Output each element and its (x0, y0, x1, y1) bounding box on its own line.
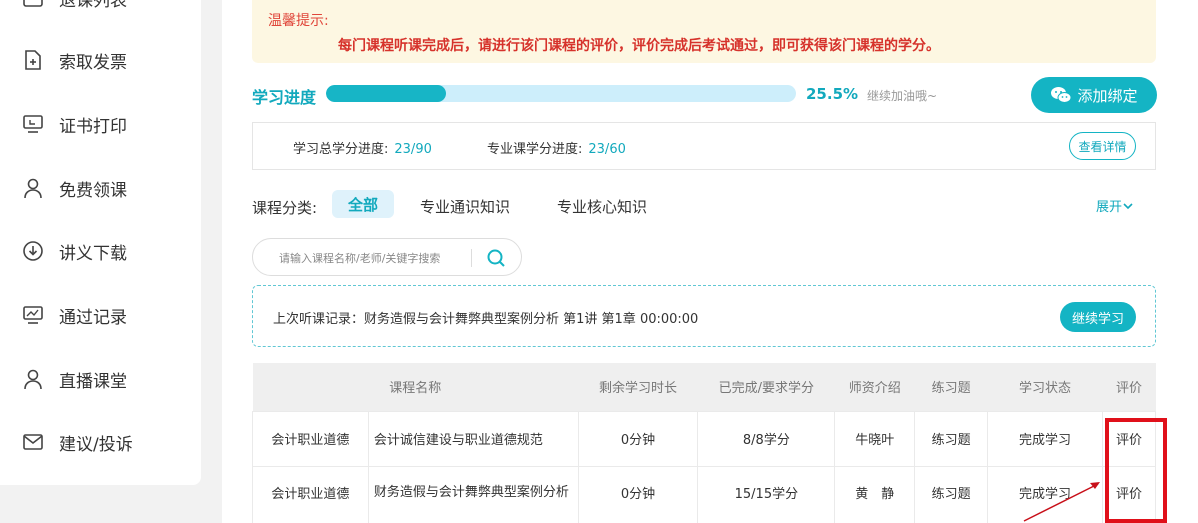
mail-icon (23, 434, 43, 450)
sidebar-item-label: 证书打印 (59, 116, 127, 137)
sidebar-item-invoice[interactable]: 索取发票 (22, 45, 127, 75)
progress-percent: 25.5% (806, 85, 859, 103)
category-all[interactable]: 全部 (332, 190, 394, 218)
last-record-text: 上次听课记录：财务造假与会计舞弊典型案例分析 第1讲 第1章 00:00:00 (273, 312, 699, 327)
cell-course-name[interactable]: 会计诚信建设与职业道德规范 (367, 410, 579, 467)
cell-course-name[interactable]: 财务造假与会计舞弊典型案例分析 (367, 465, 579, 523)
sidebar-item-label: 免费领课 (59, 180, 127, 201)
cell-exercise[interactable]: 练习题 (914, 410, 989, 467)
continue-learning-button[interactable]: 继续学习 (1060, 302, 1136, 332)
cell-exercise[interactable]: 练习题 (914, 465, 989, 523)
sidebar-item-label: 索取发票 (59, 52, 127, 73)
expand-button[interactable]: 展开 (1096, 196, 1134, 215)
cell-remaining: 0分钟 (577, 410, 699, 467)
table-header-row: 课程名称 剩余学习时长 已完成/要求学分 师资介绍 练习题 学习状态 评价 (252, 363, 1156, 411)
main-panel: 温馨提示: 每门课程听课完成后，请进行该门课程的评价，评价完成后考试通过，即可获… (222, 0, 1198, 523)
search-icon[interactable] (485, 247, 507, 269)
credits-panel: 学习总学分进度: 23/90 专业课学分进度: 23/60 查看详情 (252, 122, 1156, 170)
total-credits: 学习总学分进度: 23/90 (293, 138, 432, 157)
major-credits-label: 专业课学分进度: (487, 142, 583, 157)
notice-box: 温馨提示: 每门课程听课完成后，请进行该门课程的评价，评价完成后考试通过，即可获… (252, 0, 1156, 63)
sidebar-item-free-course[interactable]: 免费领课 (22, 173, 127, 203)
user-icon (24, 178, 42, 199)
notice-text: 每门课程听课完成后，请进行该门课程的评价，评价完成后考试通过，即可获得该门课程的… (338, 38, 940, 54)
header-exercise: 练习题 (914, 363, 988, 411)
add-binding-button[interactable]: 添加绑定 (1031, 77, 1157, 113)
cell-category: 会计职业道德 (252, 465, 369, 523)
header-course-name: 课程名称 (252, 363, 579, 411)
total-credits-label: 学习总学分进度: (293, 142, 389, 157)
cell-category: 会计职业道德 (252, 410, 369, 467)
invoice-icon (25, 50, 41, 70)
sidebar-item-pass-records[interactable]: 通过记录 (22, 300, 127, 330)
expand-label: 展开 (1096, 200, 1123, 215)
user-icon (24, 369, 42, 390)
header-evaluation: 评价 (1102, 363, 1156, 411)
cell-credits: 8/8学分 (697, 410, 836, 467)
wechat-icon (1051, 87, 1072, 103)
sidebar-item-live-class[interactable]: 直播课堂 (22, 364, 127, 394)
progress-label: 学习进度 (252, 88, 317, 107)
category-label: 课程分类: (252, 199, 318, 217)
sidebar-item-label: 讲义下载 (59, 243, 127, 264)
add-binding-label: 添加绑定 (1077, 86, 1138, 105)
view-details-button[interactable]: 查看详情 (1069, 132, 1136, 160)
header-teacher: 师资介绍 (834, 363, 915, 411)
category-general[interactable]: 专业通识知识 (420, 196, 510, 217)
total-credits-value: 23/90 (394, 142, 432, 157)
header-remaining-time: 剩余学习时长 (578, 363, 698, 411)
major-credits-value: 23/60 (588, 142, 626, 157)
cell-teacher[interactable]: 黄 静 (834, 465, 916, 523)
sidebar-item-feedback[interactable]: 建议/投诉 (22, 427, 133, 457)
header-status: 学习状态 (987, 363, 1103, 411)
major-credits: 专业课学分进度: 23/60 (487, 138, 626, 157)
header-credits: 已完成/要求学分 (697, 363, 835, 411)
sidebar: 退课列表 索取发票 证书打印 免费领课 讲义下载 通过记录 直播课堂 建议/投诉 (0, 0, 201, 485)
progress-fill (326, 85, 446, 102)
search-divider (471, 249, 472, 267)
search-input[interactable] (279, 248, 464, 268)
last-record-box: 上次听课记录：财务造假与会计舞弊典型案例分析 第1讲 第1章 00:00:00 … (252, 285, 1156, 347)
category-core[interactable]: 专业核心知识 (557, 196, 647, 217)
chevron-down-icon (1123, 202, 1133, 209)
cell-credits: 15/15学分 (697, 465, 836, 523)
sidebar-item-label: 建议/投诉 (59, 434, 133, 455)
highlight-box (1105, 418, 1167, 523)
cell-remaining: 0分钟 (577, 465, 699, 523)
notice-title: 温馨提示: (268, 13, 329, 29)
sidebar-item-label: 退课列表 (59, 0, 127, 11)
chart-icon (23, 306, 43, 324)
progress-encourage: 继续加油哦~ (867, 89, 938, 103)
table-row: 会计职业道德 会计诚信建设与职业道德规范 0分钟 8/8学分 牛晓叶 练习题 完… (252, 410, 1157, 467)
cell-teacher[interactable]: 牛晓叶 (834, 410, 916, 467)
sidebar-item-course-refund[interactable]: 退课列表 (22, 0, 127, 13)
cell-status: 完成学习 (987, 410, 1103, 467)
annotation-arrow-icon (1023, 482, 1100, 522)
progress-bar (326, 85, 796, 102)
sidebar-item-label: 通过记录 (59, 307, 127, 328)
monitor-icon (23, 115, 43, 133)
download-icon (23, 241, 43, 261)
sidebar-item-certificate[interactable]: 证书打印 (22, 109, 127, 139)
sidebar-item-handout-download[interactable]: 讲义下载 (22, 236, 127, 266)
sidebar-item-label: 直播课堂 (59, 371, 127, 392)
list-icon (23, 0, 43, 7)
search-box (252, 238, 522, 276)
